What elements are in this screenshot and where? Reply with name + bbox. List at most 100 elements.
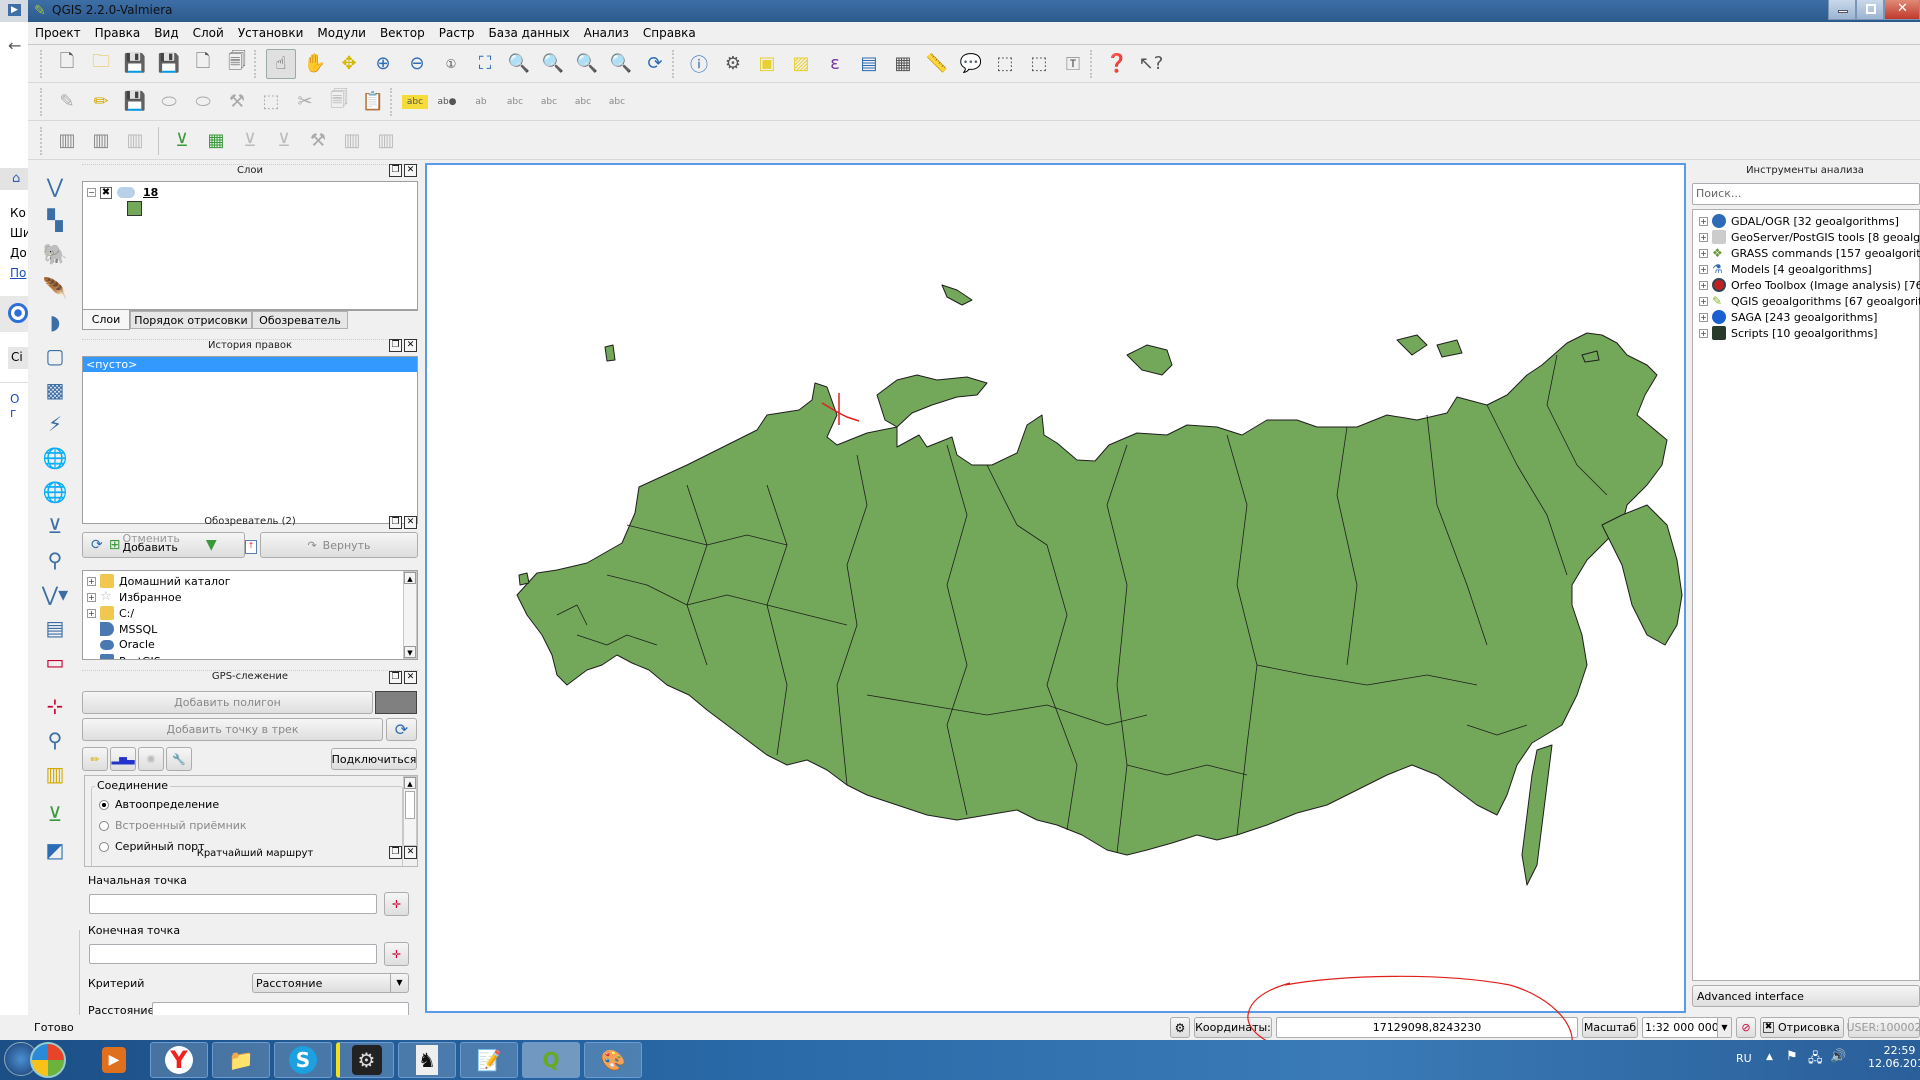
cut-features-icon[interactable]: ✂ [290,87,320,117]
add-postgis-layer-icon[interactable]: 🐘 [40,239,70,269]
capture-start-point-button[interactable]: ✛ [384,892,409,916]
raster-remove-icon[interactable]: ▥ [120,126,150,156]
browser-fragment-button[interactable]: Сі [8,347,28,369]
close-panel-button[interactable]: ✕ [404,339,417,352]
float-panel-button[interactable]: ❐ [389,846,402,859]
georeferencer-icon[interactable]: ⚲ [40,725,70,755]
processing-item[interactable]: +GeoServer/PostGIS tools [8 geoalgorithm… [1699,230,1920,244]
browser-item[interactable]: PostGIS [100,654,161,659]
add-selected-button-label[interactable]: Добавить [122,541,177,554]
run-action-icon[interactable]: ⚙ [718,49,748,79]
touch-pan-icon[interactable]: ☝ [266,48,296,79]
taskbar-notepad[interactable]: 📝 [460,1042,518,1078]
taskbar-yandex-browser[interactable]: Y [150,1042,208,1078]
toggle-editing-icon[interactable]: ✏ [86,87,116,117]
float-panel-button[interactable]: ❐ [389,339,402,352]
background-window-tab[interactable]: ▶ [0,0,28,22]
text-annotation-icon[interactable]: 🅃 [1058,49,1088,79]
raster-extent-icon[interactable]: ▥ [337,126,367,156]
processing-item[interactable]: + ⚗ Models [4 geoalgorithms] [1699,262,1872,276]
float-panel-button[interactable]: ❐ [389,164,402,177]
kaliningrad-polygon[interactable] [518,572,530,586]
help-contents-icon[interactable]: ❓ [1102,49,1132,79]
track-color-swatch[interactable] [375,691,417,714]
add-wms-layer-icon[interactable]: ⚡ [40,409,70,439]
media-player-icon[interactable]: ▶ [102,1047,126,1073]
processing-item[interactable]: + Scripts [10 geoalgorithms] [1699,326,1878,340]
menu-vector[interactable]: Вектор [373,22,432,40]
render-checkbox[interactable]: ✖ [1763,1022,1774,1033]
layer-group-name[interactable]: 18 [143,186,158,199]
zoom-next-icon[interactable]: 🔍 [606,49,636,79]
add-mssql-layer-icon[interactable]: ◗ [40,307,70,337]
close-panel-button[interactable]: ✕ [404,516,417,529]
current-edits-icon[interactable]: ✎ [52,87,82,117]
redo-button[interactable]: ↷ Вернуть [260,532,418,558]
gps-scrollbar[interactable]: ▲ [403,776,417,846]
add-wcs-layer-icon[interactable]: 🌐 [40,443,70,473]
zoom-last-icon[interactable]: 🔍 [572,49,602,79]
move-feature-icon[interactable]: ⬭ [188,87,218,117]
svalbard-fragment-polygon[interactable] [604,344,616,362]
taskbar-explorer[interactable]: 📁 [212,1042,270,1078]
language-indicator[interactable]: RU [1736,1052,1752,1065]
menu-layer[interactable]: Слой [186,22,231,40]
menu-edit[interactable]: Правка [88,22,148,40]
tab-browser[interactable]: Обозреватель [252,311,348,329]
gps-settings-button[interactable]: 🔧 [166,747,192,771]
show-hidden-icons[interactable]: ▲ [1766,1052,1773,1062]
menu-settings[interactable]: Установки [231,22,311,40]
back-arrow-icon[interactable]: ← [8,36,21,55]
add-track-point-button[interactable]: Добавить точку в трек [82,718,383,741]
close-panel-button[interactable]: ✕ [404,164,417,177]
vector-edit-icon[interactable]: ⊻ [269,126,299,156]
gps-signal-button[interactable]: ▂▅▃ [110,747,136,771]
tab-render-order[interactable]: Порядок отрисовки [130,311,252,329]
delete-selected-icon[interactable]: ⬚ [256,87,286,117]
visibility-checkbox[interactable]: ✖ [100,186,112,199]
gps-sky-button[interactable]: ✺ [138,747,164,771]
taskbar-qgis[interactable]: Q [522,1042,580,1078]
add-spatialite-layer-icon[interactable]: 🪶 [40,273,70,303]
close-panel-button[interactable]: ✕ [404,671,417,684]
gps-pencil-button[interactable]: ✏ [82,747,108,771]
browser-item[interactable]: Oracle [100,638,155,651]
windows-logo-icon[interactable] [30,1042,66,1078]
add-db2-layer-icon[interactable]: ▩ [40,375,70,405]
open-project-icon[interactable]: 🗀 [86,49,116,79]
field-calculator-icon[interactable]: ▦ [888,49,918,79]
browser-item[interactable]: + Домашний каталог [87,574,231,588]
capture-point-icon[interactable]: ⊹ [40,691,70,721]
mainland-polygon[interactable] [516,332,1668,856]
taskbar-paint[interactable]: 🎨 [584,1042,642,1078]
radio-internal[interactable]: Встроенный приёмник [99,819,247,832]
sakhalin-polygon[interactable] [1521,744,1553,886]
save-as-icon[interactable]: 💾 [154,49,184,79]
restore-button[interactable] [1856,0,1884,20]
new-spatialite-icon[interactable]: ▤ [40,613,70,643]
filter-icon[interactable]: ▼ [206,537,217,553]
processing-item[interactable]: + SAGA [243 geoalgorithms] [1699,310,1877,324]
zoom-out-icon[interactable]: ⊖ [402,49,432,79]
zoom-in-icon[interactable]: ⊕ [368,49,398,79]
novaya-zemlya-polygon[interactable] [876,374,988,428]
processing-item[interactable]: +❖GRASS commands [157 geoalgorithms] [1699,246,1920,260]
float-panel-button[interactable]: ❐ [389,671,402,684]
severnaya-zemlya-polygon[interactable] [1126,344,1173,376]
add-oracle-layer-icon[interactable]: ▢ [40,341,70,371]
vector-settings-icon[interactable]: ⊻ [235,126,265,156]
browser-item[interactable]: + C:/ [87,606,134,620]
browser-item[interactable]: + ☆ Избранное [87,590,181,604]
processing-search-input[interactable]: Поиск... [1692,183,1920,205]
paste-features-icon[interactable]: 📋 [358,87,388,117]
pan-to-selection-icon[interactable]: ✥ [334,49,364,79]
zoom-layer-icon[interactable]: 🔍 [538,49,568,79]
volume-icon[interactable]: 🔊 [1830,1049,1846,1064]
menu-raster[interactable]: Растр [432,22,482,40]
add-wfs-layer-icon[interactable]: 🌐 [40,477,70,507]
new-shapefile-icon[interactable]: ⋁▾ [40,579,70,609]
franz-josef-land-polygon[interactable] [941,284,973,306]
select-by-expression-icon[interactable]: ε [820,49,850,79]
change-label-icon[interactable]: abc [602,87,632,117]
add-vector-layer-icon[interactable]: ⋁ [40,171,70,201]
